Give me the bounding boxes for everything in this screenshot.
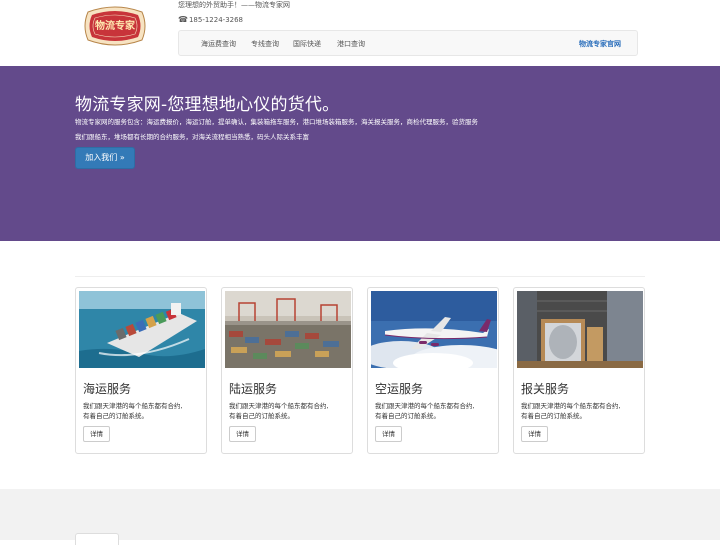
hero-partners-text: 我们跟船东，堆场都有长期的合约服务，对海关流程相当熟悉，码头人际关系丰富 — [75, 133, 309, 141]
card-title: 报关服务 — [521, 382, 570, 396]
card-desc-line: 有着自己的订舱系统。 — [83, 412, 148, 420]
container-interior-image — [517, 291, 643, 368]
phone-icon: ☎ — [178, 15, 188, 24]
site-logo[interactable]: 物流专家 — [82, 4, 148, 48]
card-description: 我们跟天津港的每个船东都有合约, 有着自己的订舱系统。 — [521, 401, 641, 421]
section-divider — [75, 276, 645, 277]
card-desc-line: 有着自己的订舱系统。 — [375, 412, 440, 420]
details-button[interactable]: 详情 — [521, 426, 548, 442]
service-card-land: 陆运服务 我们跟天津港的每个船东都有合约, 有着自己的订舱系统。 详情 — [221, 287, 353, 454]
details-button[interactable]: 详情 — [375, 426, 402, 442]
container-ship-image — [79, 291, 205, 368]
nav-route-query[interactable]: 专线查询 — [251, 39, 279, 49]
nav-ocean-freight[interactable]: 海运费查询 — [201, 39, 236, 49]
card-desc-line: 有着自己的订舱系统。 — [521, 412, 586, 420]
footer-panel — [75, 533, 119, 545]
svg-text:物流专家: 物流专家 — [95, 19, 136, 32]
card-desc-line: 我们跟天津港的每个船东都有合约, — [83, 402, 183, 410]
airplane-image — [371, 291, 497, 368]
card-title: 陆运服务 — [229, 382, 278, 396]
details-button[interactable]: 详情 — [229, 426, 256, 442]
card-desc-line: 有着自己的订舱系统。 — [229, 412, 294, 420]
card-description: 我们跟天津港的每个船东都有合约, 有着自己的订舱系统。 — [229, 401, 349, 421]
footer-section — [0, 489, 720, 545]
main-navbar: 海运费查询 专线查询 国际快递 港口查询 物流专家官网 — [178, 30, 638, 56]
container-yard-image — [225, 291, 351, 368]
join-us-button[interactable]: 加入我们 » — [75, 147, 135, 169]
hero-services-text: 物流专家网的服务包含：海运费报价，海运订舱，提单确认，集装箱拖车服务，港口堆场装… — [75, 118, 478, 126]
card-title: 海运服务 — [83, 382, 132, 396]
hero-title: 物流专家网-您理想地心仪的货代。 — [75, 95, 340, 115]
card-desc-line: 我们跟天津港的每个船东都有合约, — [521, 402, 621, 410]
phone-number: ☎185-1224-3268 — [178, 15, 243, 24]
card-title: 空运服务 — [375, 382, 424, 396]
nav-port-query[interactable]: 港口查询 — [337, 39, 365, 49]
tagline: 您理想的外贸助手！——物流专家网 — [178, 1, 290, 9]
nav-express[interactable]: 国际快递 — [293, 39, 321, 49]
service-card-customs: 报关服务 我们跟天津港的每个船东都有合约, 有着自己的订舱系统。 详情 — [513, 287, 645, 454]
details-button[interactable]: 详情 — [83, 426, 110, 442]
card-desc-line: 我们跟天津港的每个船东都有合约, — [229, 402, 329, 410]
site-header: 物流专家 您理想的外贸助手！——物流专家网 ☎185-1224-3268 海运费… — [0, 0, 720, 66]
service-card-sea: 海运服务 我们跟天津港的每个船东都有合约, 有着自己的订舱系统。 详情 — [75, 287, 207, 454]
phone-text: 185-1224-3268 — [188, 16, 244, 24]
card-description: 我们跟天津港的每个船东都有合约, 有着自己的订舱系统。 — [83, 401, 203, 421]
nav-official-site[interactable]: 物流专家官网 — [579, 39, 621, 49]
service-card-air: 空运服务 我们跟天津港的每个船东都有合约, 有着自己的订舱系统。 详情 — [367, 287, 499, 454]
card-desc-line: 我们跟天津港的每个船东都有合约, — [375, 402, 475, 410]
hero-jumbotron: 物流专家网-您理想地心仪的货代。 物流专家网的服务包含：海运费报价，海运订舱，提… — [0, 66, 720, 241]
card-description: 我们跟天津港的每个船东都有合约, 有着自己的订舱系统。 — [375, 401, 495, 421]
